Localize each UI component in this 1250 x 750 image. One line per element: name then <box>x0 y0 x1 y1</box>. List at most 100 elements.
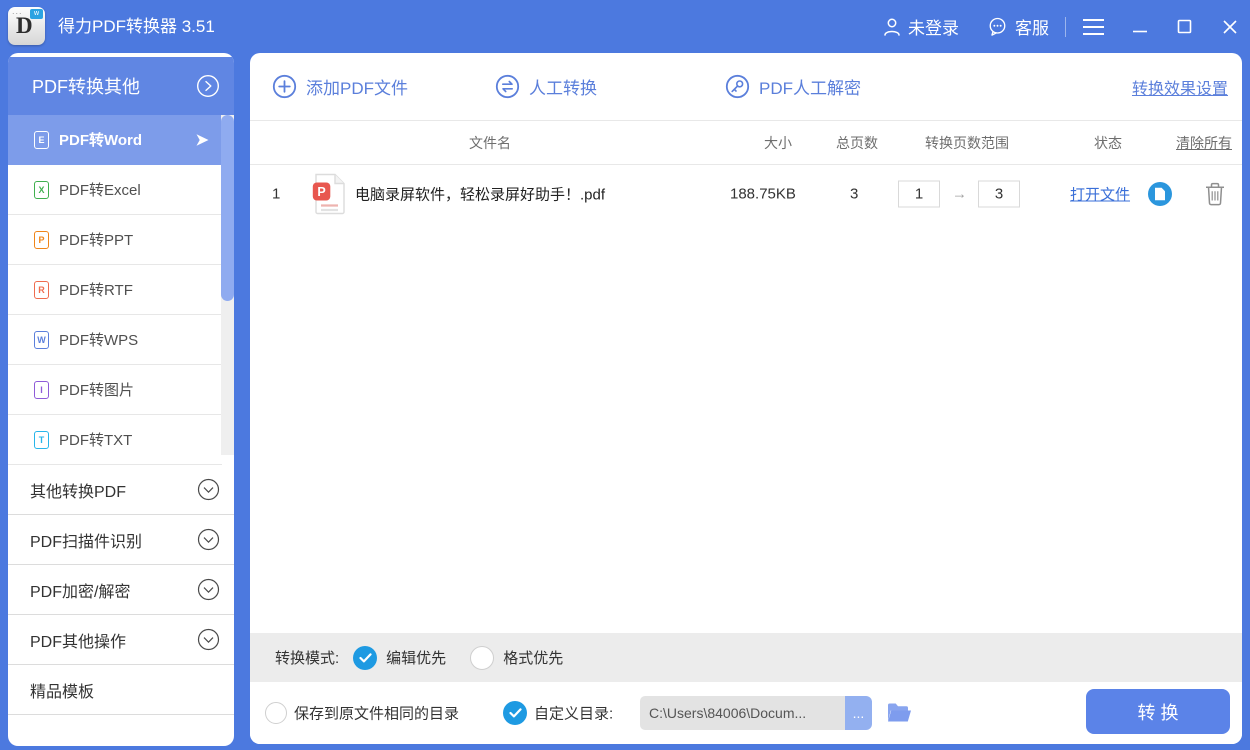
sidebar-section-other-to-pdf[interactable]: 其他转换PDF <box>8 465 234 515</box>
login-label: 未登录 <box>908 19 959 38</box>
conversion-mode-bar: 转换模式: 编辑优先 格式优先 <box>250 633 1242 682</box>
sidebar-scrollbar[interactable] <box>221 115 234 455</box>
chat-bubble-icon <box>987 16 1008 37</box>
sidebar-item-label: PDF转RTF <box>59 282 133 299</box>
sidebar-item-pdf-to-excel[interactable]: X PDF转Excel <box>8 165 222 215</box>
row-filename: 电脑录屏软件，轻松录屏好助手！.pdf <box>355 186 606 203</box>
radio-same-directory[interactable] <box>265 702 287 724</box>
doc-icon-letter: T <box>38 434 45 445</box>
sidebar-section-label: PDF加密/解密 <box>30 583 131 601</box>
sidebar-section-pdf-ocr[interactable]: PDF扫描件识别 <box>8 515 234 565</box>
trash-icon[interactable] <box>1204 182 1226 206</box>
output-bar: 保存到原文件相同的目录 自定义目录: ... 转 换 <box>250 682 1242 744</box>
support-button[interactable]: 客服 <box>987 14 1049 39</box>
col-size: 大小 <box>764 135 792 151</box>
radio-custom-directory[interactable] <box>503 701 527 725</box>
hamburger-menu-button[interactable] <box>1082 18 1105 36</box>
pdf-decrypt-label: PDF人工解密 <box>759 79 861 98</box>
manual-convert-label: 人工转换 <box>529 79 597 98</box>
sidebar-item-pdf-to-image[interactable]: I PDF转图片 <box>8 365 222 415</box>
image-doc-icon: I <box>34 380 49 399</box>
radio-format-priority[interactable] <box>470 645 495 670</box>
add-pdf-button[interactable]: 添加PDF文件 <box>272 53 408 120</box>
col-total-pages: 总页数 <box>836 135 878 151</box>
sidebar-section-pdf-other-ops[interactable]: PDF其他操作 <box>8 615 234 665</box>
sidebar-header-label: PDF转换其他 <box>32 77 140 97</box>
support-label: 客服 <box>1015 19 1049 38</box>
app-window: ... D w 得力PDF转换器 3.51 未登录 客服 PDF转换其他 E P… <box>0 0 1250 750</box>
pdf-file-icon: P <box>312 173 346 215</box>
folder-icon[interactable] <box>886 702 913 724</box>
close-button[interactable] <box>1222 19 1238 35</box>
browse-button[interactable]: ... <box>845 696 872 730</box>
sidebar-item-label: PDF转Word <box>59 132 143 149</box>
sidebar-section-pdf-encrypt-decrypt[interactable]: PDF加密/解密 <box>8 565 234 615</box>
sidebar-section-templates[interactable]: 精品模板 <box>8 665 234 715</box>
table-row: 1 P 电脑录屏软件，轻松录屏好助手！.pdf 188.75KB 3 → 打开文… <box>250 165 1242 222</box>
file-circle-icon[interactable] <box>1148 181 1172 206</box>
sidebar-section-label: PDF扫描件识别 <box>30 533 143 551</box>
clear-all-link[interactable]: 清除所有 <box>1176 121 1232 166</box>
range-to-input[interactable] <box>978 180 1020 207</box>
radio-edit-priority[interactable] <box>353 645 378 670</box>
sidebar-menu: E PDF转Word X PDF转Excel P PDF转PPT R PDF转R… <box>8 115 222 465</box>
sidebar-item-pdf-to-rtf[interactable]: R PDF转RTF <box>8 265 222 315</box>
sidebar-section-label: PDF其他操作 <box>30 633 127 651</box>
sidebar-item-label: PDF转WPS <box>59 332 139 349</box>
add-pdf-label: 添加PDF文件 <box>306 79 408 98</box>
maximize-button[interactable] <box>1177 19 1192 34</box>
sidebar-section-label: 其他转换PDF <box>30 483 127 501</box>
chevron-right-circle-icon <box>196 74 220 98</box>
selected-arrow-icon <box>195 133 210 151</box>
rtf-doc-icon: R <box>34 280 49 299</box>
sidebar-item-label: PDF转TXT <box>59 432 133 449</box>
login-button[interactable]: 未登录 <box>883 14 959 39</box>
same-directory-label[interactable]: 保存到原文件相同的目录 <box>294 703 459 724</box>
sidebar: PDF转换其他 E PDF转Word X PDF转Excel P PDF转PPT <box>8 53 234 746</box>
range-arrow-icon: → <box>952 185 967 202</box>
convert-button[interactable]: 转 换 <box>1086 689 1230 734</box>
titlebar-divider <box>1065 16 1066 37</box>
row-size: 188.75KB <box>730 185 796 202</box>
excel-doc-icon: X <box>34 180 49 199</box>
col-page-range: 转换页数范围 <box>925 135 1009 151</box>
ppt-doc-icon: P <box>34 230 49 249</box>
doc-icon-letter: X <box>38 184 45 195</box>
sidebar-item-pdf-to-word[interactable]: E PDF转Word <box>8 115 222 165</box>
range-from-input[interactable] <box>898 180 940 207</box>
app-logo-icon: ... D w <box>8 6 45 45</box>
toolbar: 添加PDF文件 人工转换 PDF人工解密 转换效果设置 <box>250 53 1242 120</box>
txt-doc-icon: T <box>34 430 49 449</box>
chevron-down-circle-icon <box>197 528 220 551</box>
edit-priority-label[interactable]: 编辑优先 <box>386 647 446 668</box>
format-priority-label[interactable]: 格式优先 <box>503 647 563 668</box>
app-title: 得力PDF转换器 3.51 <box>58 17 215 36</box>
conversion-settings-label: 转换效果设置 <box>1131 80 1228 98</box>
table-header: 文件名 大小 总页数 转换页数范围 状态 清除所有 <box>250 120 1242 165</box>
open-file-link[interactable]: 打开文件 <box>1070 183 1130 204</box>
sidebar-item-pdf-to-ppt[interactable]: P PDF转PPT <box>8 215 222 265</box>
sidebar-item-pdf-to-wps[interactable]: W PDF转WPS <box>8 315 222 365</box>
sidebar-scrollbar-thumb[interactable] <box>221 115 234 301</box>
chevron-down-circle-icon <box>197 478 220 501</box>
minimize-button[interactable] <box>1132 19 1148 35</box>
custom-directory-label[interactable]: 自定义目录: <box>534 703 613 724</box>
manual-convert-button[interactable]: 人工转换 <box>495 53 597 120</box>
pdf-decrypt-button[interactable]: PDF人工解密 <box>725 53 861 120</box>
conversion-settings-link[interactable]: 转换效果设置 <box>1132 53 1228 120</box>
output-path-input[interactable] <box>640 696 845 730</box>
doc-icon-letter: R <box>38 284 45 295</box>
doc-icon-letter: E <box>38 134 45 145</box>
sidebar-item-label: PDF转图片 <box>59 382 135 399</box>
sidebar-header-pdf-convert-other[interactable]: PDF转换其他 <box>8 57 234 115</box>
row-total-pages: 3 <box>850 185 859 202</box>
col-filename: 文件名 <box>469 135 511 151</box>
key-circle-icon <box>725 74 750 99</box>
logo-badge: w <box>30 9 43 19</box>
word-doc-icon: E <box>34 130 49 149</box>
sidebar-item-pdf-to-txt[interactable]: T PDF转TXT <box>8 415 222 465</box>
doc-icon-letter: P <box>38 234 45 245</box>
row-index: 1 <box>272 185 281 202</box>
chevron-down-circle-icon <box>197 628 220 651</box>
person-icon <box>883 17 901 37</box>
